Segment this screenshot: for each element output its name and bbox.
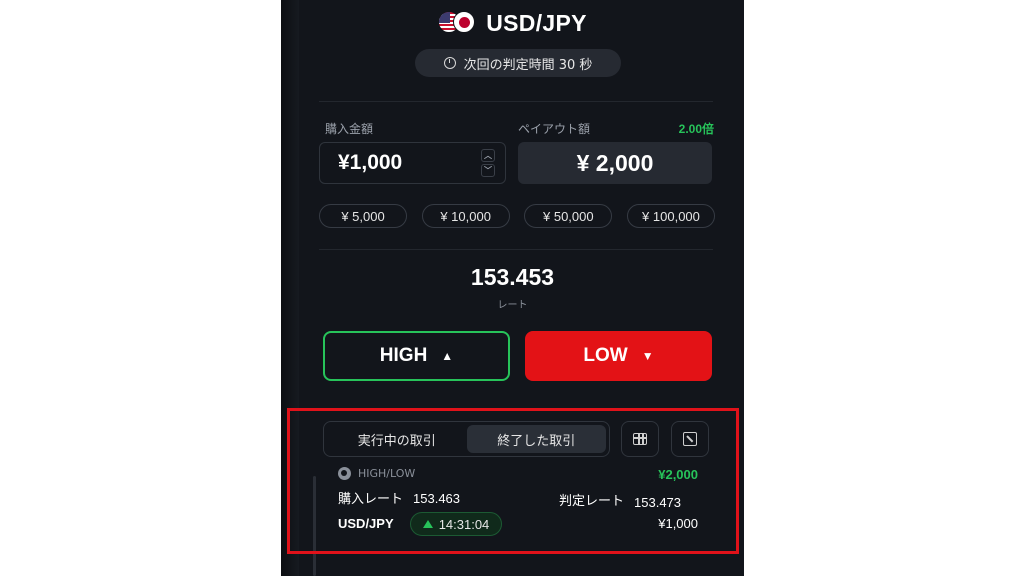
trade-amount: ¥1,000 <box>658 516 698 531</box>
buy-rate-value: 153.463 <box>413 491 461 506</box>
jp-flag-icon <box>453 11 476 33</box>
judge-rate: 判定レート 153.473 <box>559 490 682 510</box>
divider <box>319 249 713 250</box>
pair-title: USD/JPY <box>486 9 587 36</box>
preset-100000-button[interactable]: ¥ 100,000 <box>626 204 715 228</box>
rate-label: レート <box>497 300 528 311</box>
expand-icon <box>683 432 697 446</box>
currency-flags <box>438 10 478 36</box>
stopwatch-icon <box>443 57 456 69</box>
divider <box>319 101 713 102</box>
trade-type-label: HIGH/LOW <box>358 467 416 480</box>
trade-time: 14:31:04 <box>438 516 490 532</box>
buy-rate-label: 購入レート <box>338 492 404 507</box>
judge-rate-value: 153.473 <box>634 495 682 510</box>
trade-payout: ¥2,000 <box>658 467 698 482</box>
high-label: HIGH <box>379 345 428 366</box>
scrollbar[interactable] <box>313 476 316 576</box>
trade-type: HIGH/LOW <box>338 467 415 480</box>
purchase-amount-label: 購入金額 <box>325 122 374 136</box>
expand-button[interactable] <box>671 421 709 457</box>
high-button[interactable]: HIGH ▲ <box>323 331 510 381</box>
low-button[interactable]: LOW ▼ <box>525 331 712 381</box>
trading-panel: USD/JPY 次回の判定時間 30 秒 購入金額 ペイアウト額 2.00倍 ¥… <box>281 0 744 576</box>
judge-rate-label: 判定レート <box>559 494 625 509</box>
current-rate: 153.453 <box>470 264 555 290</box>
amount-presets: ¥ 5,000 ¥ 10,000 ¥ 50,000 ¥ 100,000 <box>319 204 715 228</box>
preset-10000-button[interactable]: ¥ 10,000 <box>421 204 510 228</box>
purchase-amount-input[interactable]: ¥1,000 ︿ ﹀ <box>319 142 506 184</box>
trade-tabs: 実行中の取引 終了した取引 <box>323 421 610 457</box>
preset-50000-button[interactable]: ¥ 50,000 <box>524 204 613 228</box>
trade-time-badge: 14:31:04 <box>410 512 502 536</box>
tab-closed-trades[interactable]: 終了した取引 <box>466 425 606 453</box>
payout-label: ペイアウト額 <box>518 122 591 136</box>
purchase-amount-value: ¥1,000 <box>338 151 403 174</box>
triangle-up-icon <box>422 520 433 528</box>
preset-5000-button[interactable]: ¥ 5,000 <box>319 204 407 228</box>
timer-text: 次回の判定時間 30 秒 <box>463 57 593 73</box>
chevron-up-icon[interactable]: ︿ <box>481 149 495 162</box>
payout-amount-value: ¥ 2,000 <box>576 149 654 176</box>
next-judgment-timer: 次回の判定時間 30 秒 <box>415 49 621 77</box>
globe-icon <box>338 467 351 480</box>
tab-active-trades[interactable]: 実行中の取引 <box>327 425 467 453</box>
amount-stepper[interactable]: ︿ ﹀ <box>481 149 495 177</box>
payout-multiplier: 2.00倍 <box>678 122 714 136</box>
table-view-button[interactable] <box>621 421 659 457</box>
buy-rate: 購入レート 153.463 <box>338 488 460 507</box>
pair-header: USD/JPY <box>281 8 744 38</box>
arrow-up-icon: ▲ <box>441 349 454 363</box>
arrow-down-icon: ▼ <box>641 349 654 363</box>
chevron-down-icon[interactable]: ﹀ <box>481 164 495 177</box>
low-label: LOW <box>583 345 628 366</box>
payout-amount-display: ¥ 2,000 <box>518 142 712 184</box>
table-icon <box>633 433 647 445</box>
trade-pair: USD/JPY <box>338 516 394 531</box>
